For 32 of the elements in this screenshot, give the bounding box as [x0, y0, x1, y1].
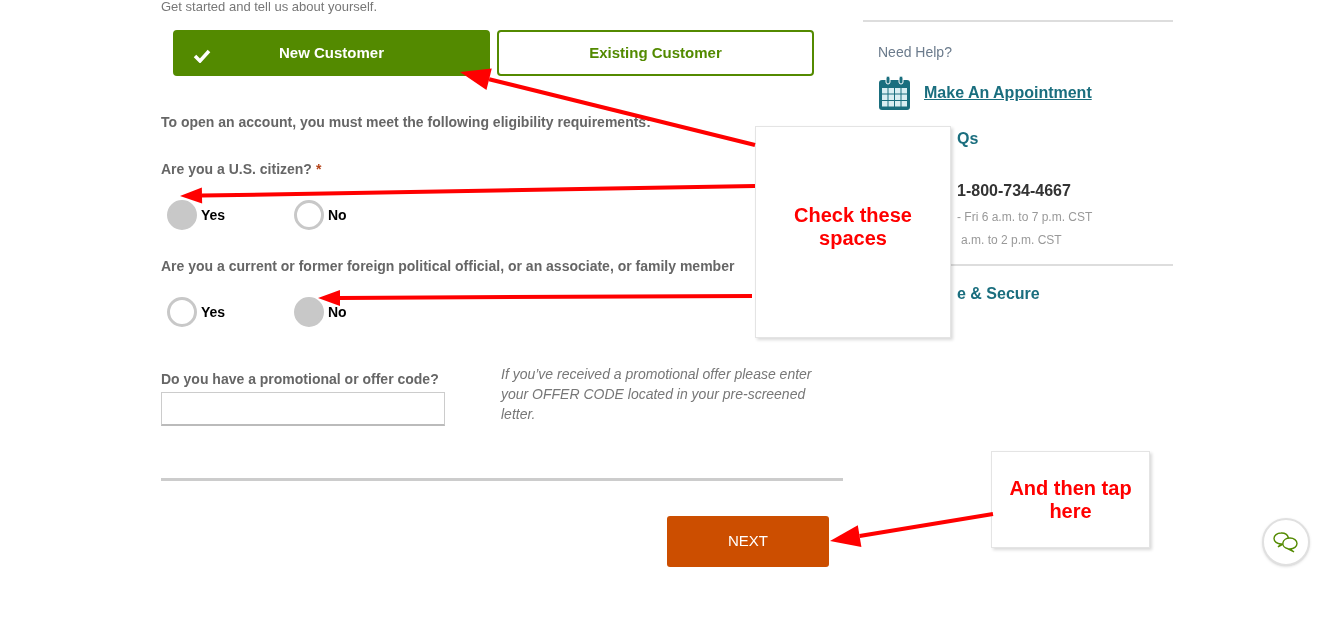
phone-number: 1-800-734-4667 — [957, 181, 1071, 201]
radio-label: Yes — [201, 302, 226, 322]
callout-text: Check these spaces — [793, 204, 913, 250]
radio-button[interactable] — [294, 297, 324, 327]
radio-button[interactable] — [294, 200, 324, 230]
promo-hint: If you’ve received a promotional offer please enter your OFFER CODE located in your pre-screened letter. — [501, 365, 813, 424]
calendar-icon — [878, 75, 911, 111]
radio-label: No — [328, 302, 347, 322]
chat-button[interactable] — [1262, 518, 1310, 566]
check-icon — [193, 49, 211, 63]
faqs-link[interactable]: Qs — [957, 127, 979, 151]
required-mark: * — [315, 160, 322, 179]
radio-label: No — [328, 205, 347, 225]
radio-label: Yes — [201, 205, 226, 225]
customer-tab[interactable]: New Customer — [173, 30, 490, 76]
question-label: Are you a U.S. citizen? — [161, 160, 312, 179]
intro-text: Get started and tell us about yourself. — [161, 0, 379, 14]
secure-link[interactable]: e & Secure — [957, 282, 1040, 306]
question-label: Are you a current or former foreign political official, or an associate, or family member — [161, 257, 735, 276]
help-heading: Need Help? — [878, 43, 953, 62]
hours-text: a.m. to 2 p.m. CST — [961, 232, 1062, 248]
radio-button[interactable] — [167, 200, 197, 230]
hours-text: - Fri 6 a.m. to 7 p.m. CST — [957, 209, 1093, 225]
chat-bubbles-icon — [1272, 531, 1300, 553]
next-button[interactable]: NEXT — [667, 516, 829, 567]
eligibility-note: To open an account, you must meet the following eligibility requirements: — [161, 113, 652, 132]
appointment-link[interactable]: Make An Appointment — [924, 81, 1092, 105]
offer-code-field[interactable] — [161, 392, 445, 426]
promo-label: Do you have a promotional or offer code? — [161, 370, 440, 389]
customer-tab[interactable]: Existing Customer — [497, 30, 814, 76]
radio-button[interactable] — [167, 297, 197, 327]
callout-text: And then tap here — [1008, 476, 1133, 523]
